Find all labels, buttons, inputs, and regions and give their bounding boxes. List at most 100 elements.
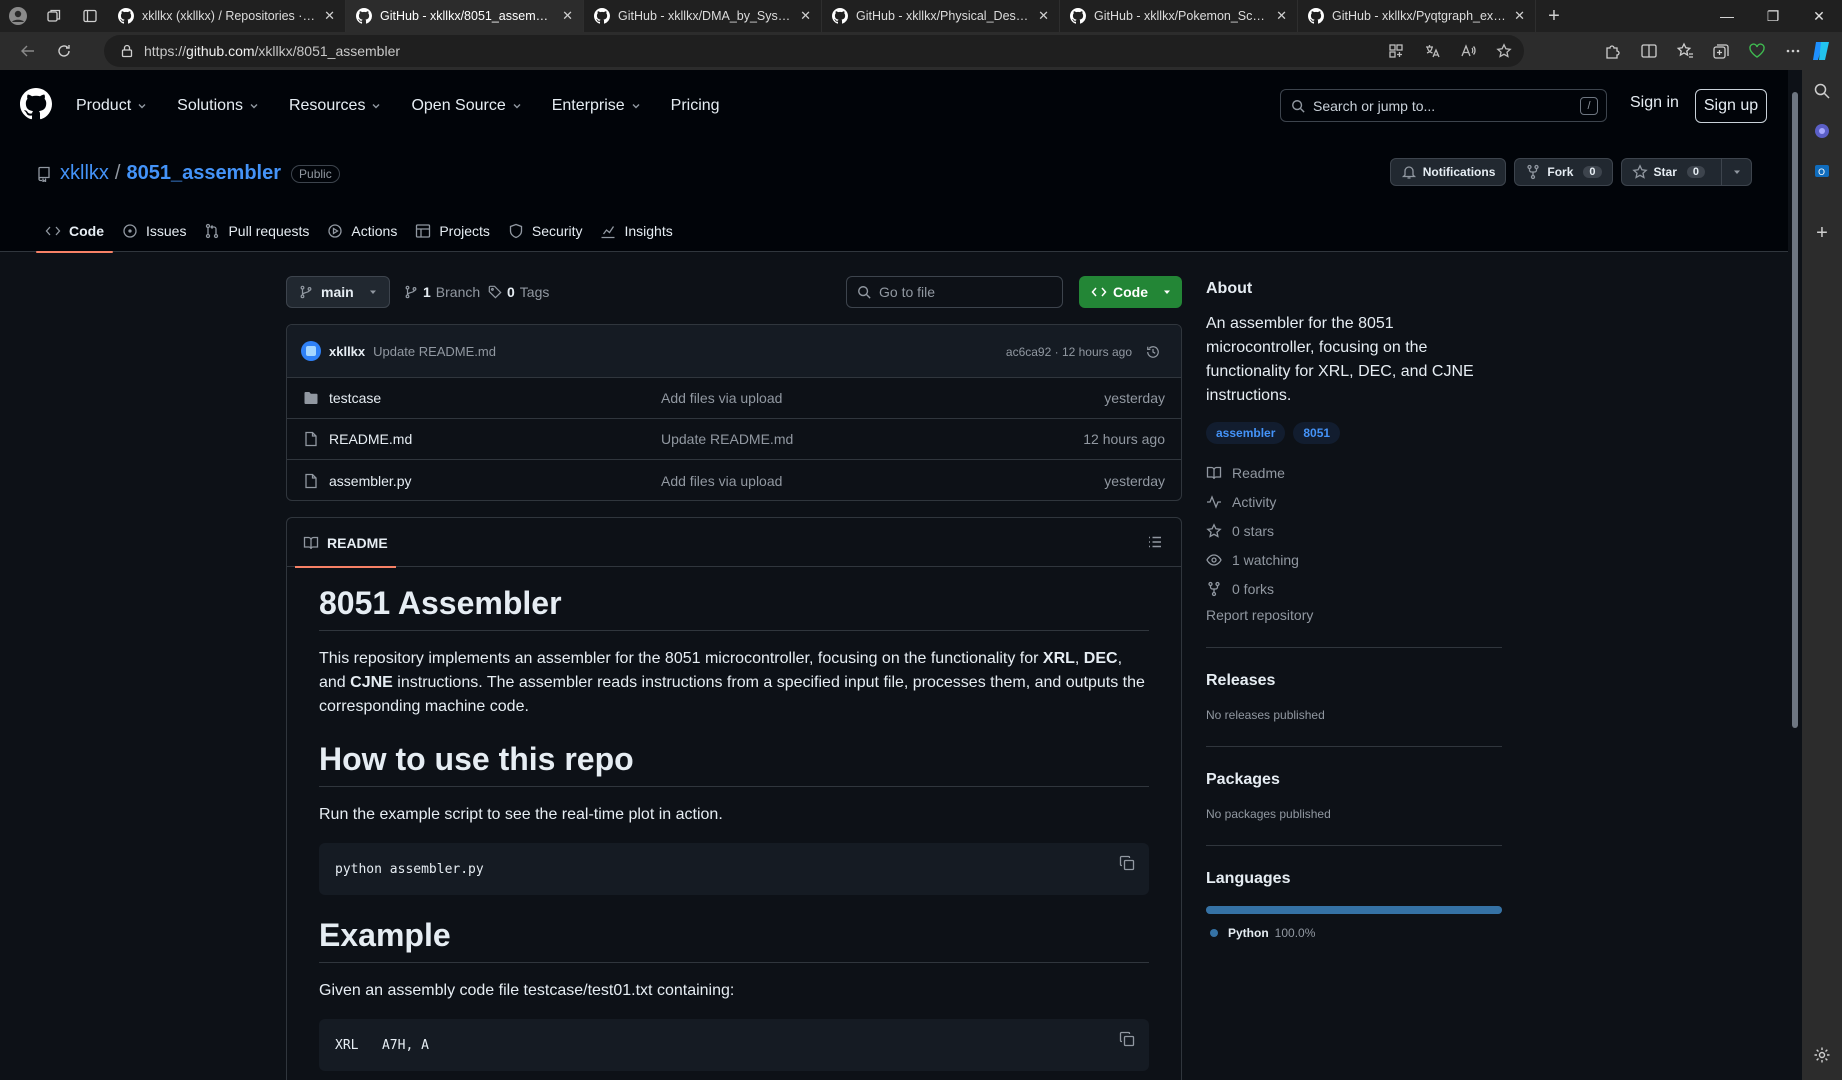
table-row[interactable]: assembler.py Add files via upload yesterda… [287, 460, 1181, 500]
tags-link[interactable]: 0 Tags [488, 284, 549, 300]
split-screen-icon[interactable] [1640, 42, 1658, 60]
github-search-input[interactable]: Search or jump to... / [1280, 89, 1607, 122]
tab-code[interactable]: Code [36, 210, 113, 253]
file-name-link[interactable]: assembler.py [329, 473, 411, 489]
sign-up-button[interactable]: Sign up [1695, 89, 1767, 123]
star-dropdown-chevron-icon[interactable] [1721, 158, 1751, 186]
browser-tab[interactable]: GitHub - xkllkx/8051_assembler: An assem… [346, 0, 584, 32]
copilot-icon[interactable] [1810, 40, 1834, 62]
close-tab-icon[interactable]: ✕ [324, 8, 335, 24]
collections-icon[interactable] [1712, 42, 1730, 60]
favorites-icon[interactable] [1676, 42, 1694, 60]
page-scrollbar[interactable] [1788, 70, 1802, 1080]
report-repository-link[interactable]: Report repository [1206, 607, 1502, 623]
more-menu-icon[interactable] [1784, 42, 1802, 60]
tab-issues[interactable]: Issues [113, 210, 195, 252]
branches-link[interactable]: 1 Branch [404, 284, 480, 300]
copy-icon[interactable] [1119, 1031, 1135, 1047]
tab-actions-icon[interactable] [72, 0, 108, 32]
close-tab-icon[interactable]: ✕ [1038, 8, 1049, 24]
file-commit-message[interactable]: Add files via upload [661, 473, 782, 489]
new-tab-button[interactable]: + [1536, 0, 1572, 32]
nav-menu-pricing[interactable]: Pricing [671, 97, 720, 115]
nav-menu-enterprise[interactable]: Enterprise [552, 97, 641, 115]
refresh-button[interactable] [46, 32, 82, 70]
tab-pull-requests[interactable]: Pull requests [195, 210, 318, 252]
sidebar-settings-icon[interactable] [1802, 1046, 1842, 1064]
packages-title[interactable]: Packages [1206, 771, 1502, 789]
sign-in-link[interactable]: Sign in [1630, 94, 1679, 112]
branch-select-button[interactable]: main [286, 276, 390, 308]
chevron-down-icon [137, 101, 147, 111]
tab-insights[interactable]: Insights [591, 210, 681, 252]
commit-message[interactable]: Update README.md [373, 344, 496, 359]
add-sidebar-app-icon[interactable]: + [1802, 222, 1842, 245]
github-logo-icon[interactable] [20, 88, 52, 120]
commit-author[interactable]: xkllkx [329, 344, 365, 359]
topic-tag[interactable]: 8051 [1293, 422, 1341, 444]
copilot-sidebar-icon[interactable] [1802, 122, 1842, 140]
tab-actions[interactable]: Actions [318, 210, 406, 252]
commits-link[interactable] [1146, 345, 1165, 359]
outline-list-icon[interactable] [1147, 534, 1163, 550]
close-tab-icon[interactable]: ✕ [1276, 8, 1287, 24]
close-tab-icon[interactable]: ✕ [1514, 8, 1525, 24]
close-tab-icon[interactable]: ✕ [562, 8, 573, 24]
back-button[interactable] [10, 32, 46, 70]
browser-tab[interactable]: GitHub - xkllkx/Pokemon_Scenario ✕ [1060, 0, 1298, 32]
file-name-link[interactable]: README.md [329, 431, 412, 447]
repo-name-link[interactable]: 8051_assembler [126, 162, 281, 185]
about-link-fork[interactable]: 0 forks [1206, 574, 1502, 603]
branch-toolbar: main 1 Branch 0 Tags Go to file Code [286, 276, 1182, 308]
extensions-icon[interactable] [1604, 42, 1622, 60]
repo-owner-link[interactable]: xkllkx [60, 162, 109, 185]
workspaces-icon[interactable] [36, 0, 72, 32]
restore-button[interactable]: ❐ [1750, 0, 1796, 32]
about-link-book[interactable]: Readme [1206, 458, 1502, 487]
profile-icon[interactable] [0, 0, 36, 32]
about-link-eye[interactable]: 1 watching [1206, 545, 1502, 574]
star-button[interactable]: Star 0 [1620, 158, 1752, 186]
browser-tab[interactable]: xkllkx (xkllkx) / Repositories · GitHub ✕ [108, 0, 346, 32]
avatar[interactable] [301, 341, 321, 361]
apps-icon[interactable] [1388, 43, 1404, 59]
minimize-button[interactable]: — [1704, 0, 1750, 32]
address-bar[interactable]: https://github.com/xkllkx/8051_assembler [104, 35, 1524, 67]
file-commit-message[interactable]: Update README.md [661, 431, 793, 447]
tab-security[interactable]: Security [499, 210, 592, 252]
file-name-link[interactable]: testcase [329, 390, 381, 406]
about-link-star[interactable]: 0 stars [1206, 516, 1502, 545]
nav-menu-open-source[interactable]: Open Source [411, 97, 521, 115]
favorite-star-icon[interactable] [1496, 43, 1512, 59]
nav-menu-resources[interactable]: Resources [289, 97, 381, 115]
browser-tab[interactable]: GitHub - xkllkx/DMA_by_SystemC ✕ [584, 0, 822, 32]
close-tab-icon[interactable]: ✕ [800, 8, 811, 24]
read-aloud-icon[interactable] [1460, 43, 1476, 59]
translate-icon[interactable] [1424, 43, 1440, 59]
fork-button[interactable]: Fork 0 [1514, 158, 1613, 186]
about-link-pulse[interactable]: Activity [1206, 487, 1502, 516]
browser-tab[interactable]: GitHub - xkllkx/Physical_Design ✕ [822, 0, 1060, 32]
language-item-python[interactable]: Python 100.0% [1206, 926, 1502, 940]
browser-essentials-icon[interactable] [1748, 42, 1766, 60]
close-window-button[interactable]: ✕ [1796, 0, 1842, 32]
browser-tab[interactable]: GitHub - xkllkx/Pyqtgraph_example ✕ [1298, 0, 1536, 32]
outlook-icon[interactable]: O [1802, 162, 1842, 180]
releases-title[interactable]: Releases [1206, 672, 1502, 690]
notifications-button[interactable]: Notifications [1389, 158, 1507, 186]
topic-tag[interactable]: assembler [1206, 422, 1286, 444]
table-row[interactable]: README.md Update README.md 12 hours ago [287, 419, 1181, 460]
sidebar-search-icon[interactable] [1802, 82, 1842, 100]
go-to-file-input[interactable]: Go to file [846, 276, 1063, 308]
readme-tab[interactable]: README [295, 518, 396, 568]
nav-menu-product[interactable]: Product [76, 97, 147, 115]
tab-projects[interactable]: Projects [406, 210, 499, 252]
repo-path-separator: / [114, 162, 121, 184]
table-row[interactable]: testcase Add files via upload yesterday [287, 378, 1181, 419]
copy-icon[interactable] [1119, 855, 1135, 871]
nav-menu-solutions[interactable]: Solutions [177, 97, 259, 115]
file-commit-message[interactable]: Add files via upload [661, 390, 782, 406]
scrollbar-thumb[interactable] [1792, 92, 1798, 728]
commit-hash-time[interactable]: ac6ca92 · 12 hours ago [1006, 345, 1132, 359]
code-button[interactable]: Code [1079, 276, 1182, 308]
